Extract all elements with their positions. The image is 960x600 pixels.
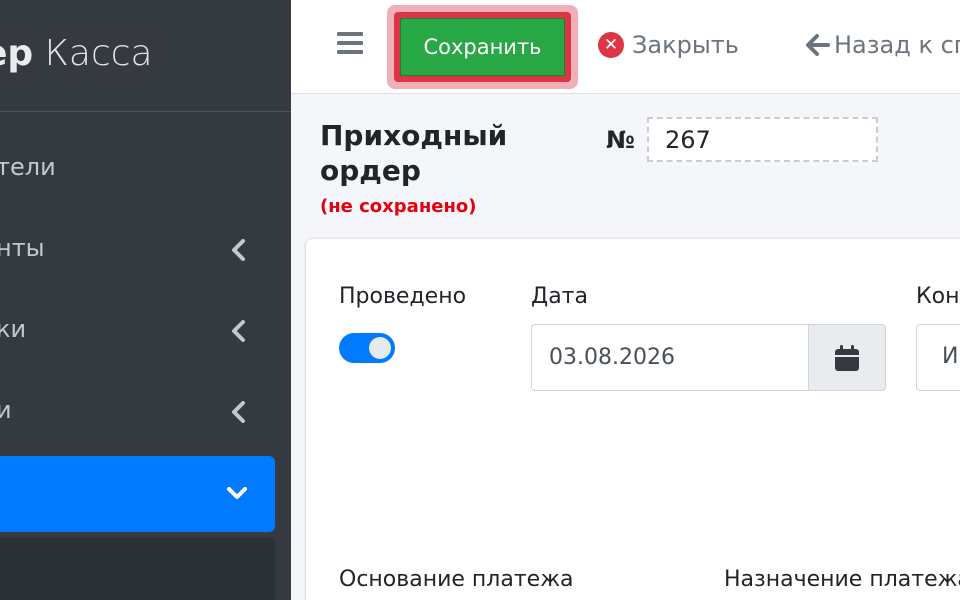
close-button[interactable]: ✕ Закрыть (598, 28, 739, 62)
back-label: Назад к сп (834, 31, 960, 59)
toggle-knob (369, 337, 391, 359)
counterparty-select[interactable]: И (916, 324, 960, 391)
payment-basis-label: Основание платежа (339, 567, 574, 592)
calendar-icon (835, 344, 859, 371)
chevron-left-icon (232, 320, 245, 342)
sidebar-item-label: тели (0, 153, 56, 181)
sidebar-item-1[interactable]: тели (0, 131, 275, 207)
chevron-left-icon (232, 239, 245, 261)
sidebar: ер Касса тели нты ки и (0, 0, 291, 600)
hamburger-icon[interactable] (337, 32, 363, 56)
sidebar-item-3[interactable]: ки (0, 293, 275, 369)
arrow-left-icon (806, 34, 830, 56)
posted-toggle[interactable] (339, 333, 395, 363)
top-navbar: Сохранить ✕ Закрыть Назад к сп (291, 0, 960, 94)
sidebar-item-4[interactable]: и (0, 374, 275, 450)
back-to-list-link[interactable]: Назад к сп (804, 28, 960, 62)
counterparty-label: Конт (916, 284, 960, 309)
calendar-button[interactable] (808, 324, 886, 391)
number-label: № (606, 126, 635, 154)
unsaved-status: (не сохранено) (320, 196, 477, 217)
posted-label: Проведено (339, 284, 467, 309)
chevron-down-icon (227, 487, 247, 499)
save-button-highlight: Сохранить (394, 12, 571, 82)
payment-purpose-label: Назначение платежа (724, 567, 960, 592)
date-label: Дата (531, 284, 588, 309)
brand-title: ер Касса (0, 33, 153, 74)
close-circle-icon: ✕ (598, 32, 624, 58)
sidebar-item-2[interactable]: нты (0, 212, 275, 288)
document-number-input[interactable] (647, 117, 878, 162)
date-input[interactable] (531, 324, 809, 391)
brand[interactable]: ер Касса (0, 0, 291, 112)
save-button[interactable]: Сохранить (400, 18, 565, 76)
sidebar-item-label: нты (0, 234, 45, 262)
chevron-left-icon (232, 401, 245, 423)
sidebar-submenu (0, 538, 275, 600)
save-button-focus-ring: Сохранить (387, 5, 578, 89)
sidebar-item-label: и (0, 396, 12, 424)
close-label: Закрыть (632, 31, 739, 59)
sidebar-item-label: ки (0, 315, 27, 343)
page-title: Приходный ордер (320, 119, 508, 187)
sidebar-item-active[interactable] (0, 456, 275, 532)
